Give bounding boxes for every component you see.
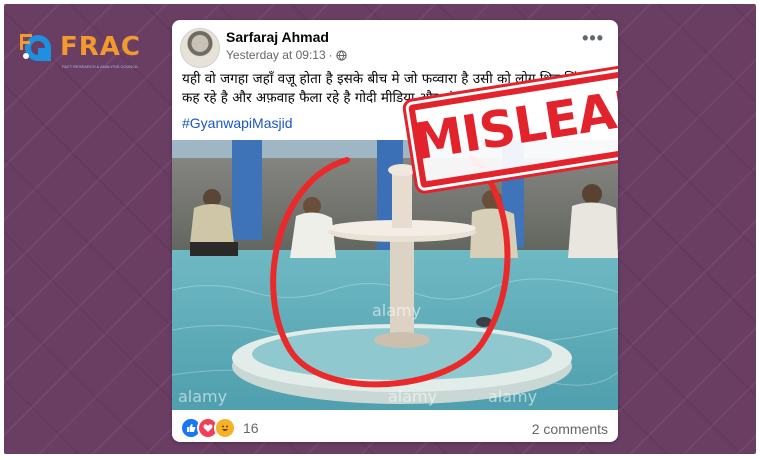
- haha-icon: [214, 417, 236, 439]
- watermark-4: alamy: [388, 387, 437, 406]
- watermark-1: alamy: [178, 387, 227, 406]
- post-footer: 16 2 comments: [172, 412, 618, 442]
- logo-subtitle: FACT RESEARCH & ANALYSIS COUNCIL: [62, 64, 139, 69]
- post-photo[interactable]: alamy alamy alamy alamy: [172, 140, 618, 410]
- author-name[interactable]: Sarfaraj Ahmad: [226, 29, 329, 45]
- reaction-count: 16: [243, 420, 259, 436]
- post-timestamp[interactable]: Yesterday at 09:13: [226, 48, 326, 62]
- page-background: FRAC FACT RESEARCH & ANALYSIS COUNCIL Sa…: [4, 4, 756, 454]
- more-options-button[interactable]: •••: [582, 28, 604, 49]
- globe-icon: [335, 49, 347, 61]
- post-meta: Yesterday at 09:13 ·: [226, 48, 347, 62]
- comments-link[interactable]: 2 comments: [532, 421, 608, 437]
- reaction-summary[interactable]: 16: [180, 417, 259, 439]
- fountain-photo: alamy alamy alamy alamy: [172, 140, 618, 410]
- facebook-post-card: Sarfaraj Ahmad Yesterday at 09:13 · ••• …: [172, 20, 618, 442]
- frac-logo-mark-icon: [20, 34, 51, 61]
- logo-wordmark: FRAC: [60, 32, 141, 62]
- hashtag-link[interactable]: #GyanwapiMasjid: [182, 115, 293, 131]
- frac-logo: FRAC FACT RESEARCH & ANALYSIS COUNCIL: [16, 26, 156, 72]
- meta-separator: ·: [328, 48, 333, 62]
- author-avatar[interactable]: [180, 28, 220, 68]
- watermark-3: alamy: [488, 387, 537, 406]
- watermark-2: alamy: [372, 301, 421, 320]
